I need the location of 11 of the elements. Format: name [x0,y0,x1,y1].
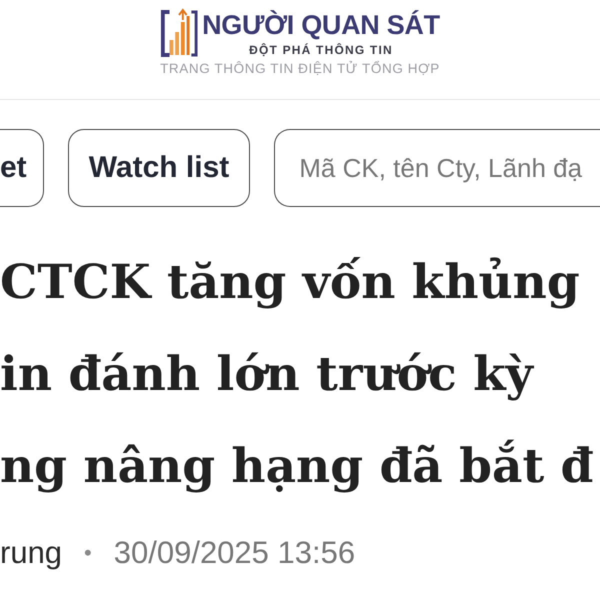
article-headline: CTCK tăng vốn khủng in đánh lớn trước kỳ ng nâng hạng đã bắt đ [0,254,594,496]
nav-button[interactable]: Watch list [68,129,250,207]
separator-dot: • [84,540,92,566]
logo-bar-chart-icon [160,8,198,58]
nav-button[interactable]: et [0,129,44,207]
site-logo-name: NGƯỜI QUAN SÁT [202,9,440,42]
author-name: rung [0,535,62,571]
publish-date: 30/09/2025 13:56 [114,535,356,571]
site-tagline: TRANG THÔNG TIN ĐIỆN TỬ TỔNG HỢP [160,60,440,78]
site-slogan: ĐỘT PHÁ THÔNG TIN [249,42,393,58]
search-field[interactable]: Mã CK, tên Cty, Lãnh đạ [274,129,600,207]
